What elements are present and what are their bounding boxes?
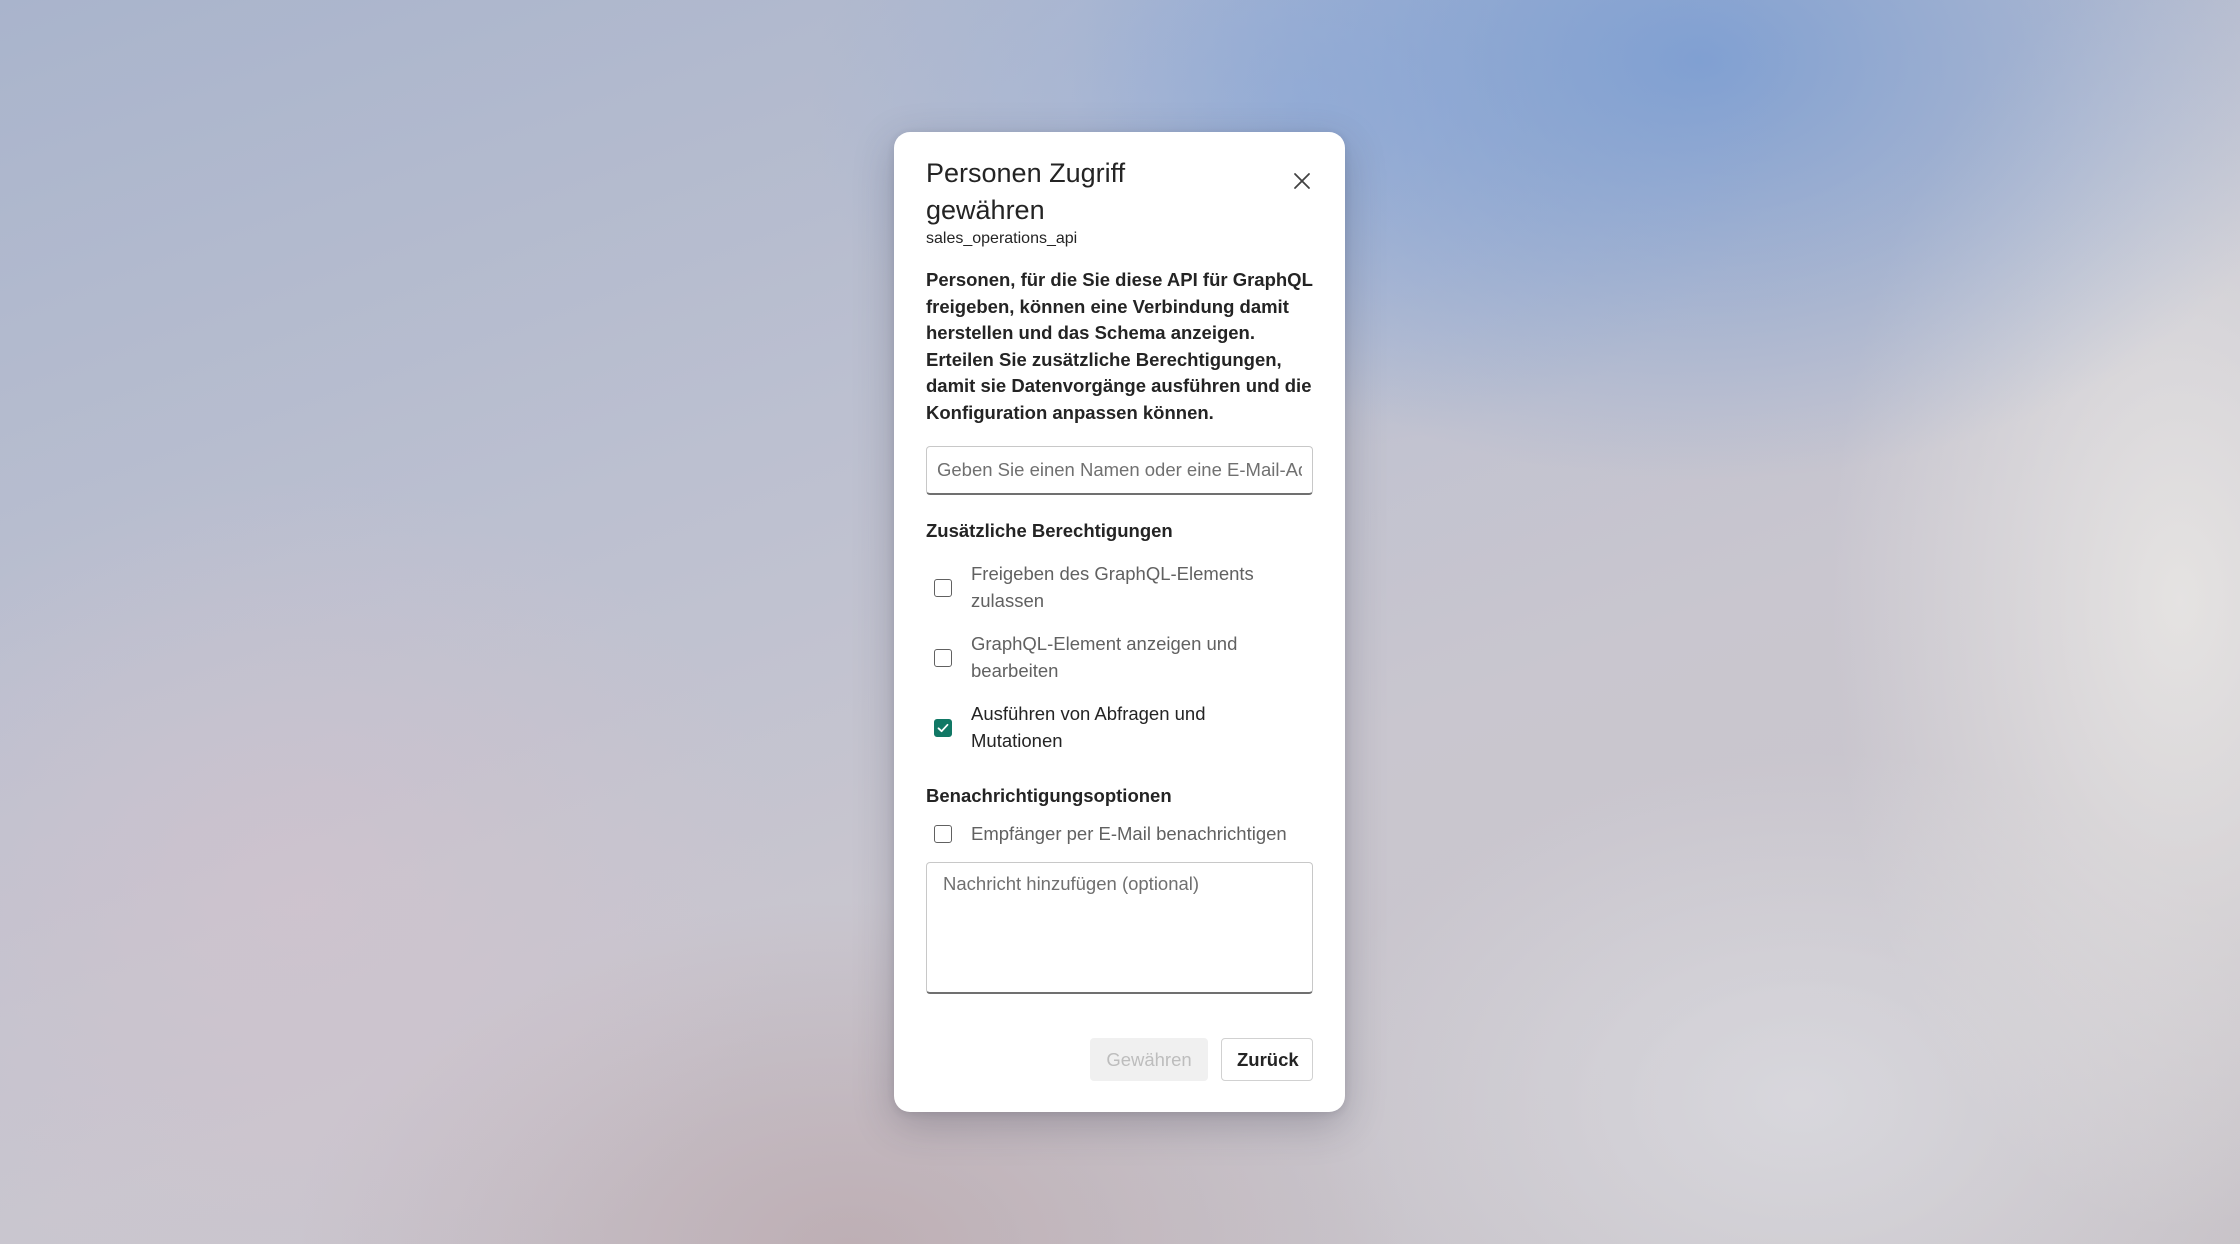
dialog-subtitle: sales_operations_api xyxy=(926,230,1078,247)
notify-email-label: Empfänger per E-Mail benachrichtigen xyxy=(971,823,1287,844)
close-icon xyxy=(1294,173,1310,189)
message-textarea[interactable] xyxy=(926,861,1313,994)
permission-reshare-label: Freigeben des GraphQL-Elements zulassen xyxy=(971,563,1254,611)
notify-email-option[interactable]: Empfänger per E-Mail benachrichtigen xyxy=(926,821,1313,848)
permission-view-edit[interactable]: GraphQL-Element anzeigen und bearbeiten xyxy=(926,631,1313,684)
checkmark-icon xyxy=(937,723,949,732)
name-or-email-input[interactable] xyxy=(926,446,1313,495)
share-dialog: Personen Zugriff gewähren sales_operatio… xyxy=(894,132,1345,1112)
permissions-label: Zusätzliche Berechtigungen xyxy=(926,520,1173,541)
permission-execute[interactable]: Ausführen von Abfragen und Mutationen xyxy=(926,701,1313,754)
dialog-title: Personen Zugriff gewähren xyxy=(926,158,1126,225)
permission-reshare[interactable]: Freigeben des GraphQL-Elements zulassen xyxy=(926,561,1313,614)
checkbox-view-edit[interactable] xyxy=(934,648,952,667)
dialog-description: Personen, für die Sie diese API für Grap… xyxy=(926,269,1313,423)
close-button[interactable] xyxy=(1289,168,1315,194)
permission-view-edit-label: GraphQL-Element anzeigen und bearbeiten xyxy=(971,633,1238,681)
back-button[interactable]: Zurück xyxy=(1221,1038,1313,1081)
dialog-footer: Gewähren Zurück xyxy=(1090,1038,1313,1081)
permission-execute-label: Ausführen von Abfragen und Mutationen xyxy=(971,703,1206,751)
grant-button[interactable]: Gewähren xyxy=(1090,1038,1208,1081)
checkbox-reshare[interactable] xyxy=(934,578,952,597)
dialog-header: Personen Zugriff gewähren sales_operatio… xyxy=(926,152,1313,249)
checkbox-execute[interactable] xyxy=(934,718,952,737)
notifications-label: Benachrichtigungsoptionen xyxy=(926,785,1172,806)
checkbox-notify-email[interactable] xyxy=(934,825,952,844)
